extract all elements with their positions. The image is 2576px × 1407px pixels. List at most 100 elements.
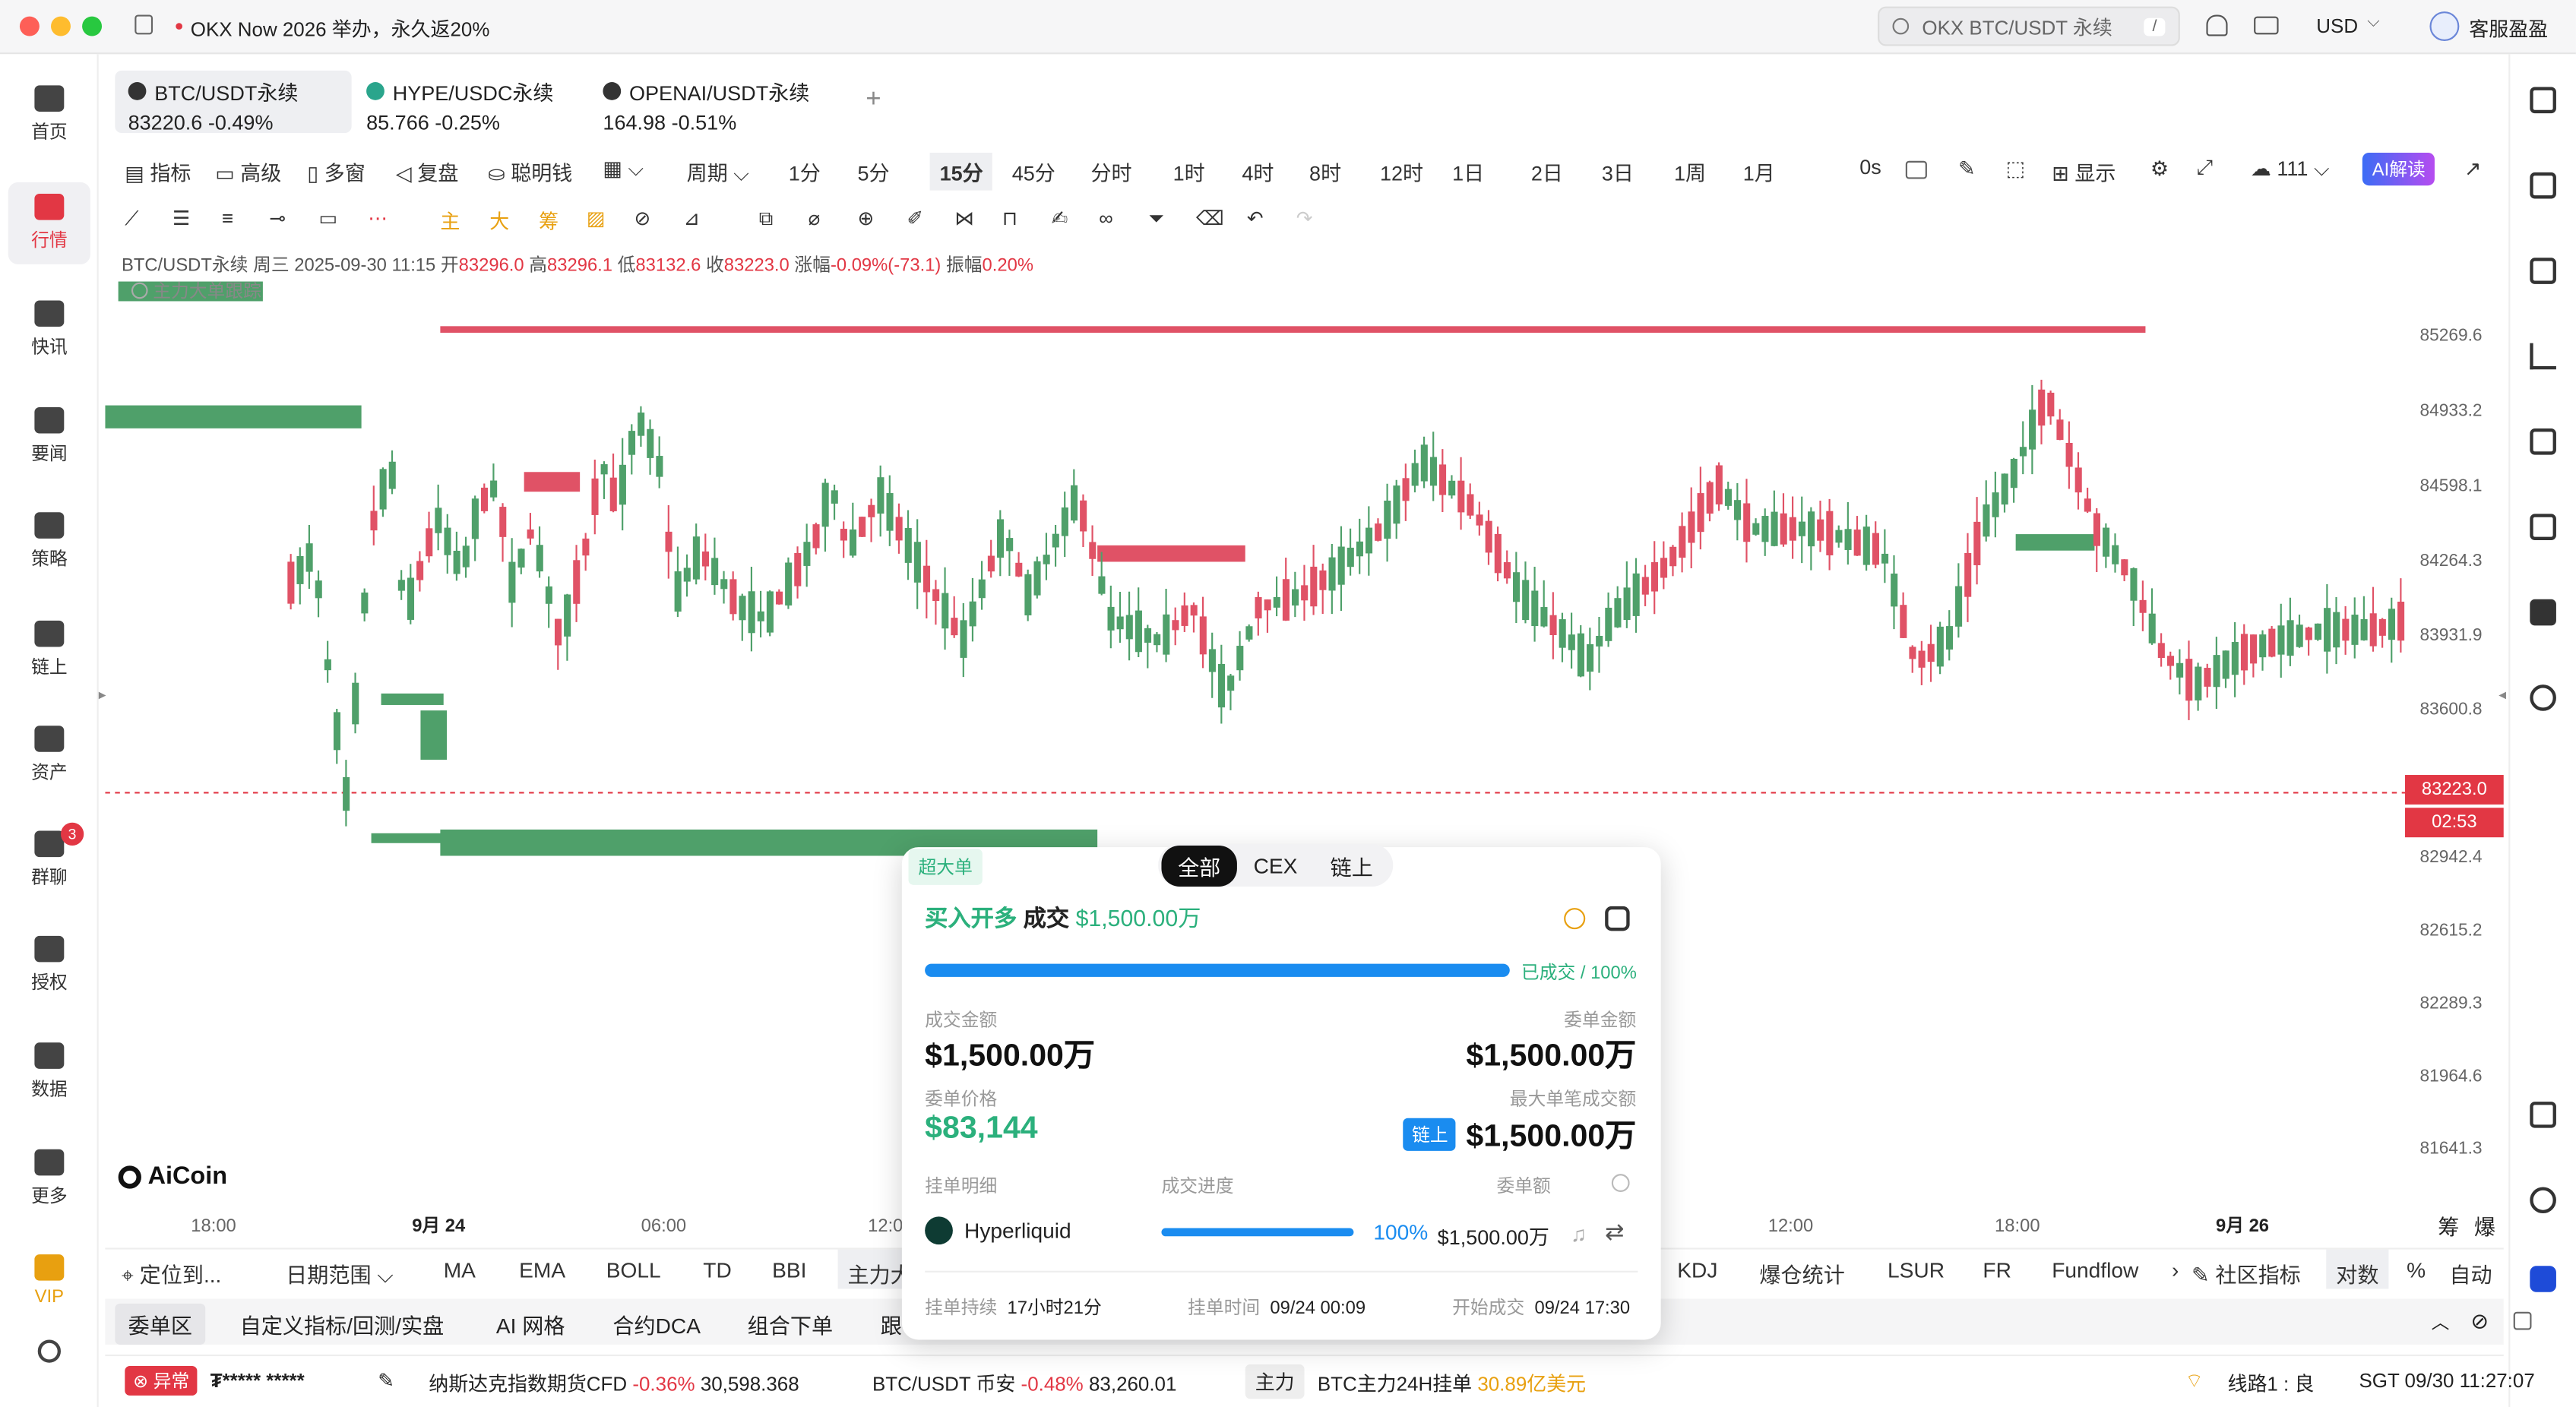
ai-analysis-button[interactable]: AI解读 — [2362, 152, 2435, 186]
period-10[interactable]: 2日 — [1531, 156, 1563, 187]
support-avatar-icon[interactable] — [2429, 11, 2460, 42]
eye-icon[interactable] — [131, 282, 148, 299]
tab-btc-usdt[interactable]: BTC/USDT永续 83220.6 -0.49% — [115, 70, 352, 134]
indicator-bbi[interactable]: BBI — [772, 1257, 806, 1282]
line-status[interactable]: 线路1 : 良 — [2228, 1369, 2315, 1397]
window-title[interactable]: OKX Now 2026 举办，永久返20% — [191, 14, 490, 43]
cloud-sync-button[interactable]: ☁ 111 ⌵ — [2251, 156, 2330, 182]
filter-icon[interactable]: ⏷ — [1148, 207, 1164, 231]
sidebar-item-7[interactable]: 群聊 3 — [8, 819, 90, 901]
currency-select[interactable]: USD — [2316, 14, 2358, 37]
bell-icon[interactable]: ♫ — [1571, 1222, 1587, 1246]
sidebar-item-9[interactable]: 数据 — [8, 1031, 90, 1113]
auto-toggle[interactable]: 自动 — [2449, 1257, 2492, 1288]
assistant-icon[interactable] — [2530, 1266, 2556, 1292]
period-3[interactable]: 45分 — [1012, 156, 1055, 187]
indicator-ma[interactable]: MA — [444, 1257, 476, 1282]
close-window-button[interactable] — [19, 16, 40, 36]
burst-toggle[interactable]: 爆 — [2474, 1210, 2495, 1241]
help-icon[interactable] — [1611, 1174, 1630, 1192]
settings-button[interactable] — [8, 1311, 90, 1393]
new-window-icon[interactable] — [134, 14, 153, 35]
period-5[interactable]: 1时 — [1173, 156, 1205, 187]
period-11[interactable]: 3日 — [1602, 156, 1634, 187]
chips-toggle[interactable]: 筹 — [2438, 1210, 2459, 1241]
sidebar-item-8[interactable]: 授权 — [8, 925, 90, 1007]
indicator-legend[interactable]: 主力大单跟踪 — [131, 277, 261, 304]
indicator-ema[interactable]: EMA — [519, 1257, 565, 1282]
percent-toggle[interactable]: % — [2407, 1257, 2426, 1282]
dollar-icon[interactable] — [2530, 258, 2556, 284]
period-6[interactable]: 4时 — [1242, 156, 1274, 187]
expand-icon[interactable]: ⬚ — [2006, 156, 2026, 180]
indicator-kdj[interactable]: KDJ — [1677, 1257, 1717, 1282]
tab-onchain[interactable]: 链上 — [1314, 845, 1389, 886]
sidebar-item-10[interactable]: 更多 — [8, 1138, 90, 1220]
fullscreen-icon[interactable]: ⤢ — [2196, 156, 2213, 180]
pen-icon[interactable]: ✎ — [1958, 156, 1976, 180]
copy-icon[interactable] — [2530, 1102, 2556, 1128]
tab-hype-usdc[interactable]: HYPE/USDC永续 85.766 -0.25% — [353, 71, 584, 134]
robot-icon[interactable] — [2530, 599, 2556, 626]
lock-icon[interactable]: ⊘ — [634, 207, 650, 229]
zoom-icon[interactable]: ⊕ — [858, 207, 875, 229]
copy-icon[interactable]: ⧉ — [759, 207, 774, 231]
add-tab-button[interactable]: + — [866, 85, 881, 115]
document-icon[interactable] — [2530, 172, 2556, 199]
maximize-window-button[interactable] — [82, 16, 103, 36]
period-select[interactable]: 周期 ⌵ — [687, 156, 749, 187]
indicator-lsur[interactable]: LSUR — [1888, 1257, 1945, 1282]
period-8[interactable]: 12时 — [1380, 156, 1423, 187]
horizontal-lines-icon[interactable]: ☰ — [172, 207, 190, 229]
tab-all[interactable]: 全部 — [1161, 844, 1237, 886]
search-box[interactable]: OKX BTC/USDT 永续 / — [1878, 6, 2180, 46]
sidebar-item-2[interactable]: 快讯 — [8, 289, 90, 371]
period-0[interactable]: 1分 — [789, 156, 821, 187]
ray-icon[interactable]: ⊸ — [270, 207, 286, 229]
tab-combo-order[interactable]: 组合下单 — [748, 1308, 833, 1339]
link-icon[interactable]: ∞ — [1099, 207, 1113, 229]
period-9[interactable]: 1日 — [1452, 156, 1484, 187]
tab-ai-grid[interactable]: AI 网格 — [496, 1308, 565, 1339]
info-icon[interactable] — [1564, 908, 1586, 930]
indicator-liquidation[interactable]: 爆仓统计 — [1759, 1257, 1844, 1288]
tag-main[interactable]: 主 — [440, 207, 460, 235]
settings-icon[interactable]: ⚙ — [2150, 156, 2169, 180]
display-button[interactable]: ⊞ 显示 — [2052, 156, 2116, 187]
bell-icon[interactable] — [2206, 14, 2228, 36]
period-4[interactable]: 分时 — [1091, 156, 1132, 187]
tab-custom-indicator[interactable]: 自定义指标/回测/实盘 — [240, 1308, 445, 1339]
order-book-icon[interactable] — [2530, 87, 2556, 114]
replay-button[interactable]: ◁ 复盘 — [396, 156, 458, 187]
edit-icon[interactable]: ✎ — [378, 1369, 394, 1392]
tab-follow[interactable]: 跟 — [881, 1308, 902, 1339]
log-scale-toggle[interactable]: 对数 — [2326, 1249, 2389, 1289]
sidebar-item-11[interactable]: VIP — [8, 1240, 90, 1322]
chevron-down-icon[interactable]: ⌵ — [2367, 13, 2379, 31]
parallel-lines-icon[interactable]: ≡ — [222, 207, 233, 229]
sidebar-item-1[interactable]: 行情 — [8, 182, 90, 264]
smart-money-button[interactable]: ⛀ 聪明钱 — [488, 156, 572, 187]
undo-icon[interactable]: ↶ — [1247, 207, 1264, 229]
indicator-fundflow[interactable]: Fundflow — [2052, 1257, 2138, 1282]
ticker-btc[interactable]: BTC/USDT 币安 -0.48% 83,260.01 — [872, 1369, 1176, 1397]
multi-window-button[interactable]: ▯ 多窗 — [307, 156, 365, 187]
period-1[interactable]: 5分 — [858, 156, 890, 187]
chevron-up-icon[interactable]: ︿ — [2432, 1308, 2450, 1335]
indicator-td[interactable]: TD — [703, 1257, 731, 1282]
more-tools-icon[interactable]: ⋯ — [368, 207, 388, 229]
exchange-row[interactable]: Hyperliquid — [925, 1216, 1071, 1245]
pin-icon[interactable]: ⊘ — [2470, 1308, 2489, 1335]
sidebar-item-3[interactable]: 要闻 — [8, 396, 90, 478]
date-range-select[interactable]: 日期范围 ⌵ — [286, 1257, 394, 1288]
redo-icon[interactable]: ↷ — [1296, 207, 1313, 229]
chevron-right-icon[interactable]: › — [2172, 1257, 2179, 1282]
trendline-icon[interactable]: ⟋ — [125, 207, 138, 231]
indicator-boll[interactable]: BOLL — [606, 1257, 661, 1282]
settings-icon[interactable] — [1605, 906, 1630, 931]
heatmap-icon[interactable]: ▨ — [587, 207, 606, 229]
trend-icon[interactable] — [2530, 343, 2556, 370]
advanced-button[interactable]: ▭ 高级 — [215, 156, 281, 187]
mail-icon[interactable] — [2254, 16, 2279, 35]
period-2[interactable]: 15分 — [929, 152, 993, 191]
